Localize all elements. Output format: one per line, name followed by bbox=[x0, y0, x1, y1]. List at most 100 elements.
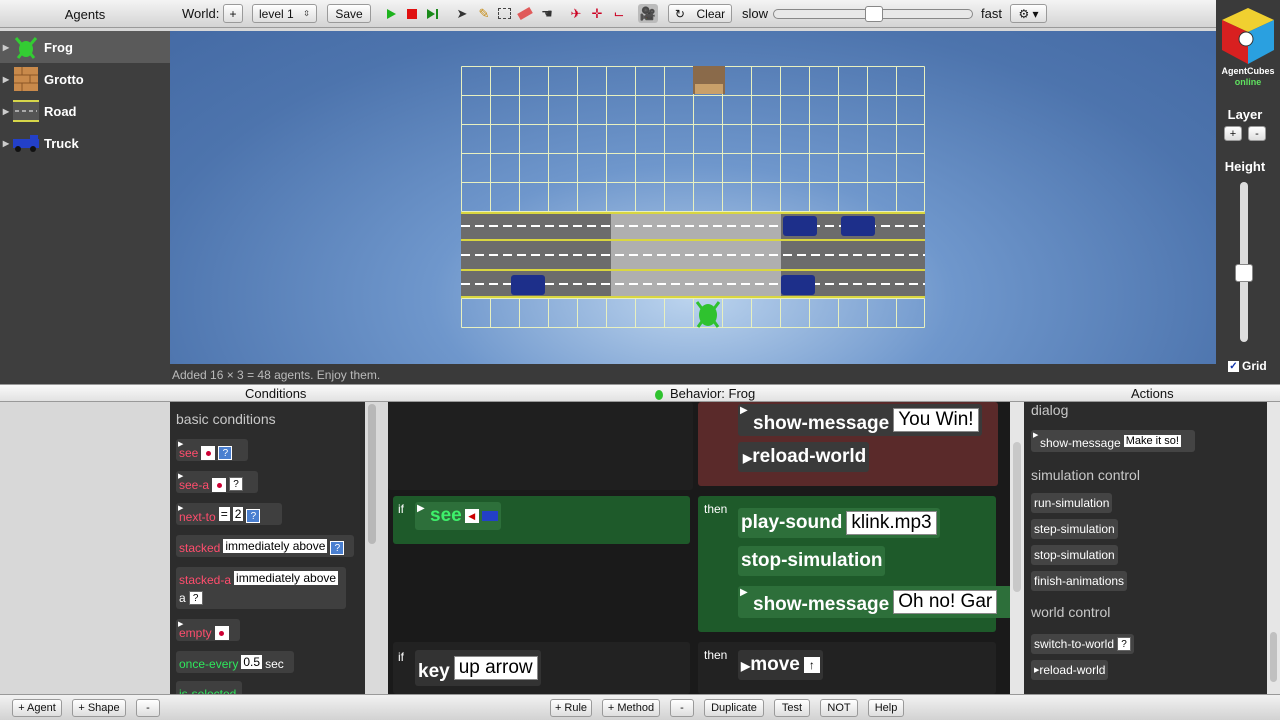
move-tool[interactable]: ✛ bbox=[587, 4, 607, 23]
rule2-if-area[interactable]: if ▶ see ◀ bbox=[393, 496, 690, 544]
agent-row-road[interactable]: ▶ Road bbox=[0, 95, 170, 127]
remove-agent-button[interactable]: - bbox=[136, 699, 160, 717]
stacked-select[interactable]: immediately above bbox=[234, 571, 339, 585]
condition-stacked-a[interactable]: stacked-a immediately above a ? bbox=[176, 567, 346, 609]
message-field[interactable]: You Win! bbox=[893, 408, 979, 432]
add-world-button[interactable]: + bbox=[223, 4, 243, 23]
agent-picker[interactable] bbox=[214, 626, 229, 640]
world-grid[interactable] bbox=[461, 66, 925, 328]
action-show-message[interactable]: ▶ show-message Make it so! bbox=[1031, 430, 1195, 452]
layer-minus-button[interactable]: - bbox=[1248, 126, 1266, 141]
step-button[interactable] bbox=[423, 4, 443, 23]
actions-scrollbar[interactable] bbox=[1267, 402, 1280, 694]
truck-icon[interactable] bbox=[481, 511, 498, 521]
frog-agent[interactable] bbox=[695, 301, 721, 328]
condition-next-to[interactable]: ▶ next-to = 2 ? bbox=[176, 503, 282, 525]
world-picker[interactable]: ? bbox=[1117, 637, 1132, 651]
operator-field[interactable]: = bbox=[218, 507, 230, 521]
disclosure-icon[interactable]: ▶ bbox=[0, 107, 12, 116]
arrow-tool[interactable]: ➤ bbox=[452, 4, 472, 23]
height-slider[interactable] bbox=[1235, 182, 1253, 342]
truck-agent[interactable] bbox=[511, 275, 545, 295]
camera-tool[interactable]: 🎥 bbox=[638, 4, 658, 23]
add-method-button[interactable]: + Method bbox=[602, 699, 660, 717]
condition-stacked[interactable]: stacked immediately above ? bbox=[176, 535, 354, 557]
rule3-if-area[interactable]: if key up arrow bbox=[393, 642, 690, 694]
agent-row-grotto[interactable]: ▶ Grotto bbox=[0, 63, 170, 95]
stacked-select[interactable]: immediately above bbox=[223, 539, 328, 553]
level-select[interactable]: level 1 ⇳ bbox=[252, 4, 317, 23]
scrollbar-thumb[interactable] bbox=[1013, 442, 1021, 592]
condition-see-a[interactable]: ▶ see-a ? bbox=[176, 471, 258, 493]
save-button[interactable]: Save bbox=[327, 4, 371, 23]
duplicate-button[interactable]: Duplicate bbox=[704, 699, 764, 717]
condition-once-every[interactable]: once-every 0.5 sec bbox=[176, 651, 294, 673]
help-icon[interactable]: ? bbox=[229, 477, 244, 491]
message-field[interactable]: Make it so! bbox=[1123, 435, 1181, 447]
action-step-simulation[interactable]: step-simulation bbox=[1031, 519, 1118, 539]
eraser-tool[interactable] bbox=[515, 4, 535, 23]
add-agent-button[interactable]: + Agent bbox=[12, 699, 62, 717]
behavior-scrollbar[interactable] bbox=[1010, 402, 1024, 694]
sound-field[interactable]: klink.mp3 bbox=[846, 511, 937, 535]
settings-button[interactable]: ⚙ ▾ bbox=[1010, 4, 1047, 23]
run-button[interactable] bbox=[381, 4, 401, 23]
help-icon[interactable]: ? bbox=[246, 509, 261, 523]
truck-agent[interactable] bbox=[841, 216, 875, 236]
interval-field[interactable]: 0.5 bbox=[241, 655, 263, 669]
action-move[interactable]: ▶move ↑ bbox=[738, 650, 823, 680]
conditions-scrollbar[interactable] bbox=[365, 402, 380, 694]
key-field[interactable]: up arrow bbox=[453, 656, 538, 680]
action-run-simulation[interactable]: run-simulation bbox=[1031, 493, 1113, 513]
action-stop-simulation[interactable]: stop-simulation bbox=[1031, 545, 1118, 565]
grid-toggle[interactable]: ✓ Grid bbox=[1228, 359, 1267, 373]
height-slider-thumb[interactable] bbox=[1235, 264, 1253, 282]
agent-row-truck[interactable]: ▶ Truck bbox=[0, 127, 170, 159]
add-shape-button[interactable]: + Shape bbox=[72, 699, 126, 717]
not-button[interactable]: NOT bbox=[820, 699, 858, 717]
action-play-sound[interactable]: play-sound klink.mp3 bbox=[738, 508, 940, 538]
stop-button[interactable] bbox=[402, 4, 422, 23]
message-field[interactable]: Oh no! Gar bbox=[893, 590, 998, 614]
add-rule-button[interactable]: + Rule bbox=[550, 699, 592, 717]
rotate-tool[interactable]: ✈ bbox=[566, 4, 586, 23]
remove-rule-button[interactable]: - bbox=[670, 699, 694, 717]
grid-checkbox[interactable]: ✓ bbox=[1228, 360, 1239, 372]
road-icon[interactable]: ◀ bbox=[464, 509, 479, 523]
agent-picker[interactable] bbox=[201, 446, 216, 460]
agent-row-frog[interactable]: ▶ Frog bbox=[0, 31, 170, 63]
count-field[interactable]: 2 bbox=[232, 507, 244, 521]
grotto-agent[interactable] bbox=[693, 66, 725, 94]
condition-key[interactable]: key up arrow bbox=[415, 650, 541, 686]
speed-slider[interactable] bbox=[773, 6, 973, 22]
scrollbar-thumb[interactable] bbox=[1270, 632, 1277, 682]
help-icon[interactable]: ? bbox=[218, 446, 233, 460]
pencil-tool[interactable]: ✎ bbox=[474, 4, 494, 23]
test-button[interactable]: Test bbox=[774, 699, 810, 717]
truck-agent[interactable] bbox=[783, 216, 817, 236]
agentcubes-logo[interactable] bbox=[1218, 6, 1278, 66]
layer-plus-button[interactable]: + bbox=[1224, 126, 1242, 141]
action-stop-simulation[interactable]: stop-simulation bbox=[738, 546, 886, 576]
help-button[interactable]: Help bbox=[868, 699, 904, 717]
rule2-then-area[interactable]: then play-sound klink.mp3 stop-simulatio… bbox=[698, 496, 1010, 632]
resize-tool[interactable]: ⌙ bbox=[609, 4, 629, 23]
drag-tool[interactable]: ☚ bbox=[537, 4, 557, 23]
action-show-message[interactable]: ▶ show-message Oh no! Gar bbox=[738, 586, 1010, 618]
rule3-then-area[interactable]: then ▶move ↑ bbox=[698, 642, 996, 694]
action-show-message[interactable]: ▶ show-message You Win! bbox=[738, 404, 982, 436]
clear-button[interactable]: ↻ Clear bbox=[668, 4, 732, 23]
rule1-if-area[interactable] bbox=[388, 402, 693, 490]
help-icon[interactable]: ? bbox=[188, 591, 203, 605]
scrollbar-thumb[interactable] bbox=[368, 404, 376, 544]
action-reload-world[interactable]: ▶reload-world bbox=[738, 442, 870, 472]
speed-slider-thumb[interactable] bbox=[865, 6, 883, 22]
condition-empty[interactable]: ▶ empty bbox=[176, 619, 240, 641]
condition-see[interactable]: ▶ see ◀ bbox=[415, 502, 501, 530]
truck-agent[interactable] bbox=[781, 275, 815, 295]
action-finish-animations[interactable]: finish-animations bbox=[1031, 571, 1128, 591]
disclosure-icon[interactable]: ▶ bbox=[0, 75, 12, 84]
disclosure-icon[interactable]: ▶ bbox=[0, 139, 12, 148]
action-reload-world[interactable]: ▶ reload-world bbox=[1031, 660, 1109, 680]
help-icon[interactable]: ? bbox=[330, 541, 345, 555]
